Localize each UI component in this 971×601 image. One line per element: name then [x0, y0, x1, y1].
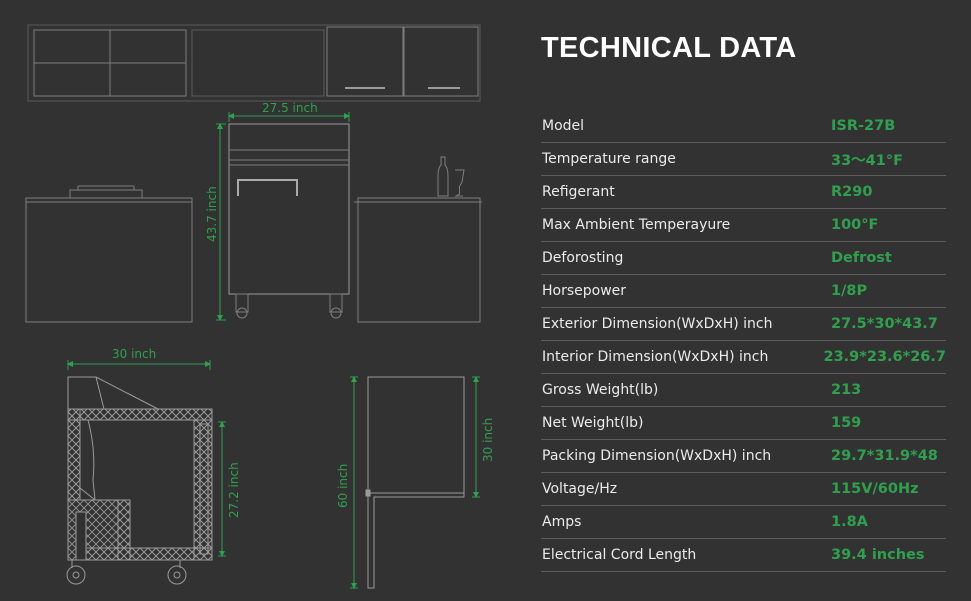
- spec-value: 33～41°F: [831, 152, 904, 169]
- side-depth-label: 30 inch: [112, 347, 156, 361]
- spec-row: Gross Weight(lb) 213: [541, 374, 946, 407]
- spec-row: Max Ambient Temperayure 100°F: [541, 209, 946, 242]
- spec-value: R290: [831, 184, 873, 200]
- front-width-label: 27.5 inch: [262, 101, 318, 115]
- kitchen-front-view: [25, 24, 482, 323]
- profile-upper-height-label: 30 inch: [481, 418, 495, 462]
- spec-row: Temperature range 33～41°F: [541, 143, 946, 176]
- spec-row: Interior Dimension(WxDxH) inch 23.9*23.6*…: [541, 341, 946, 374]
- spec-value: 27.5*30*43.7: [831, 316, 938, 332]
- spec-value: 159: [831, 415, 862, 431]
- spec-label: Interior Dimension(WxDxH) inch: [542, 349, 769, 365]
- spec-label: Refigerant: [542, 184, 615, 200]
- spec-label: Deforosting: [542, 250, 624, 266]
- spec-value: Defrost: [831, 250, 892, 266]
- spec-value: 29.7*31.9*48: [831, 448, 938, 464]
- spec-row: Packing Dimension(WxDxH) inch 29.7*31.9*4…: [541, 440, 946, 473]
- spec-label: Model: [542, 118, 585, 134]
- spec-value: ISR-27B: [831, 118, 896, 134]
- spec-label: Packing Dimension(WxDxH) inch: [542, 448, 772, 464]
- front-dimensions: 27.5 inch 43.7 inch: [205, 101, 350, 321]
- spec-row: Voltage/Hz 115V/60Hz: [541, 473, 946, 506]
- spec-label: Max Ambient Temperayure: [542, 217, 731, 233]
- profile-total-height-label: 60 inch: [336, 464, 350, 508]
- spec-value: 213: [831, 382, 862, 398]
- front-height-label: 43.7 inch: [205, 186, 219, 242]
- spec-row: Net Weight(lb) 159: [541, 407, 946, 440]
- spec-label: Electrical Cord Length: [542, 547, 697, 563]
- spec-value: 1/8P: [831, 283, 868, 299]
- spec-row: Exterior Dimension(WxDxH) inch 27.5*30*43…: [541, 308, 946, 341]
- technical-drawing: 27.5 inch 43.7 inch 30 inch 27.2 inch 60…: [25, 24, 495, 589]
- spec-label: Exterior Dimension(WxDxH) inch: [542, 316, 773, 332]
- spec-label: Amps: [542, 514, 582, 530]
- spec-label: Temperature range: [542, 151, 676, 167]
- spec-row: Amps 1.8A: [541, 506, 946, 539]
- profile-dimensions: 60 inch 30 inch: [336, 376, 495, 589]
- spec-label: Net Weight(lb): [542, 415, 644, 431]
- spec-row: Deforosting Defrost: [541, 242, 946, 275]
- spec-row: Horsepower 1/8P: [541, 275, 946, 308]
- page-title: TECHNICAL DATA: [541, 32, 797, 64]
- spec-row: Electrical Cord Length 39.4 inches: [541, 539, 946, 572]
- profile-view: [365, 376, 465, 589]
- side-cutaway-view: [66, 376, 213, 585]
- side-body-height-label: 27.2 inch: [227, 462, 241, 518]
- spec-value: 1.8A: [831, 514, 868, 530]
- spec-row: Refigerant R290: [541, 176, 946, 209]
- spec-label: Horsepower: [542, 283, 627, 299]
- spec-row: Model ISR-27B: [541, 110, 946, 143]
- spec-label: Voltage/Hz: [542, 481, 618, 497]
- spec-table: Model ISR-27B Temperature range 33～41°F Refi…: [541, 110, 946, 572]
- spec-value: 39.4 inches: [831, 547, 925, 563]
- spec-value: 115V/60Hz: [831, 481, 919, 497]
- spec-label: Gross Weight(lb): [542, 382, 659, 398]
- spec-value: 100°F: [831, 217, 879, 233]
- spec-value: 23.9*23.6*26.7: [823, 349, 947, 365]
